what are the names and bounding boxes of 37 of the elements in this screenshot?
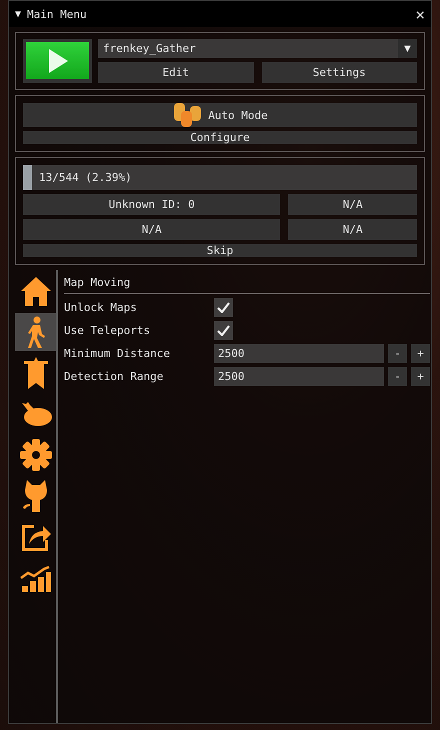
setting-label: Minimum Distance	[64, 347, 171, 360]
auto-mode-button[interactable]: Auto Mode	[23, 103, 417, 127]
sidebar-tab[interactable]	[15, 313, 56, 351]
section-title: Map Moving	[64, 276, 130, 289]
settings-button[interactable]: Settings	[262, 62, 417, 83]
profile-dropdown[interactable]: frenkey_Gather ▼	[98, 39, 417, 58]
close-button[interactable]: ×	[415, 4, 425, 24]
setting-label: Detection Range	[64, 370, 164, 383]
setting-label: Unlock Maps	[64, 301, 138, 314]
status-button[interactable]: N/A	[23, 219, 280, 240]
progress-text: 13/544 (2.39%)	[39, 171, 132, 184]
home-icon	[20, 276, 52, 306]
window-title: Main Menu	[27, 8, 87, 20]
number-field[interactable]: 2500	[214, 367, 384, 386]
increment-button[interactable]: +	[411, 344, 430, 363]
status-button[interactable]: Unknown ID: 0	[23, 194, 280, 215]
walking-person-icon	[26, 316, 44, 348]
number-field[interactable]: 2500	[214, 344, 384, 363]
checkbox[interactable]	[214, 321, 233, 340]
checkbox[interactable]	[214, 298, 233, 317]
dropdown-button[interactable]: ▼	[398, 39, 417, 58]
configure-button[interactable]: Configure	[23, 131, 417, 144]
skip-button[interactable]: Skip	[23, 244, 417, 257]
status-button[interactable]: N/A	[288, 194, 417, 215]
growth-chart-icon	[20, 564, 52, 592]
setting-label: Use Teleports	[64, 324, 152, 337]
coins-icon	[172, 103, 202, 127]
decrement-button[interactable]: -	[388, 344, 407, 363]
gear-icon	[20, 439, 52, 471]
roast-chicken-icon	[20, 401, 52, 427]
decrement-button[interactable]: -	[388, 367, 407, 386]
increment-button[interactable]: +	[411, 367, 430, 386]
edit-button[interactable]: Edit	[98, 62, 254, 83]
banner-icon	[24, 357, 48, 389]
collapse-glyph[interactable]: ▼	[15, 8, 22, 20]
play-icon	[46, 48, 68, 74]
status-button[interactable]: N/A	[288, 219, 417, 240]
